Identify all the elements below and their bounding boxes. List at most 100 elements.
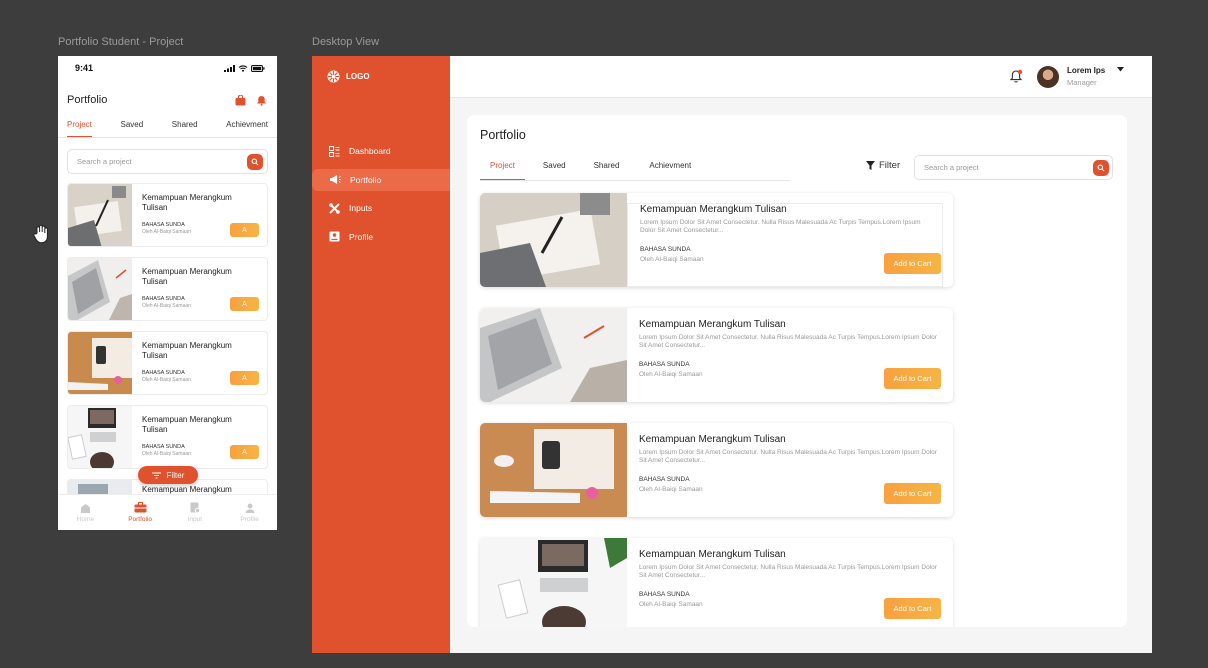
list-item[interactable]: Kemampuan Merangkum Tulisan Lorem Ipsum … [480,193,953,287]
search-placeholder: Search a project [924,163,979,172]
mobile-filter-button[interactable]: Filter [138,466,198,484]
add-to-cart-button[interactable]: Add to Cart [884,483,941,504]
desktop-tabs: Project Saved Shared Achievment [480,156,790,181]
list-item[interactable]: Kemampuan Merangkum Tulisan Lorem Ipsum … [480,538,953,627]
card-title: Kemampuan Merangkum Tulisan [639,319,786,330]
portfolio-panel: Portfolio Project Saved Shared Achievmen… [467,115,1127,627]
mobile-tab-saved[interactable]: Saved [121,120,144,137]
nav-profile[interactable]: Profile [230,495,270,530]
list-item[interactable]: Kemampuan Merangkum Tulisan BAHASA SUNDA… [67,257,268,321]
mobile-frame-label: Portfolio Student - Project [58,36,184,48]
signal-icon [224,64,235,72]
mobile-tab-project[interactable]: Project [67,120,92,137]
chevron-down-icon[interactable] [1117,67,1124,72]
add-to-cart-button[interactable]: A [230,445,259,459]
search-input[interactable]: Search a project [914,155,1113,180]
card-title: Kemampuan Merangkum Tulisan [639,434,786,445]
filter-lines-icon [151,472,161,478]
list-item[interactable]: Kemampuan Merangkum Tulisan BAHASA SUNDA… [67,183,268,247]
desktop-frame: LOGO Dashboard Portfolio Inputs Profile [312,56,1152,653]
mobile-tabs: Project Saved Shared Achievment [58,120,277,138]
filter-button[interactable]: Filter [866,160,900,171]
add-to-cart-button[interactable]: Add to Cart [884,598,941,619]
mobile-search-input[interactable]: Search a project [67,149,268,174]
page-title: Portfolio [480,128,526,142]
tab-shared[interactable]: Shared [576,156,630,180]
add-to-cart-button[interactable]: Add to Cart [884,253,941,274]
tab-project[interactable]: Project [480,156,525,180]
card-description: Lorem Ipsum Dolor Sit Amet Consectetur. … [639,564,937,579]
nav-profile-label: Profile [240,515,259,523]
mobile-tab-achievment[interactable]: Achievment [226,120,268,137]
card-thumbnail [480,308,627,402]
add-to-cart-button[interactable]: A [230,297,259,311]
sidebar-item-dashboard[interactable]: Dashboard [312,140,450,162]
status-time: 9:41 [75,63,94,73]
card-thumbnail [68,332,132,394]
add-to-cart-button[interactable]: Add to Cart [884,368,941,389]
search-icon [251,158,259,165]
input-doc-icon [190,502,200,513]
logo[interactable]: LOGO [327,70,370,83]
logo-icon [327,70,340,83]
nav-portfolio-label: Portfolio [128,516,153,523]
bell-icon[interactable] [256,95,267,106]
sidebar-item-profile[interactable]: Profile [312,226,450,248]
project-card-list: Kemampuan Merangkum Tulisan Lorem Ipsum … [480,193,953,627]
nav-home[interactable]: Home [65,495,105,530]
dashboard-icon [329,145,340,157]
nav-home-label: Home [76,515,95,523]
megaphone-icon [330,175,341,184]
tools-icon [329,202,340,214]
profile-card-icon [329,231,340,242]
tab-achievment[interactable]: Achievment [629,156,701,180]
card-subject: BAHASA SUNDA [639,591,690,598]
nav-portfolio[interactable]: Portfolio [120,495,160,530]
mobile-filter-label: Filter [166,470,185,480]
wifi-icon [238,64,248,72]
nav-input[interactable]: Input [175,495,215,530]
user-name: Lorem Ips [1067,66,1106,75]
battery-icon [251,64,265,72]
mobile-search-button[interactable] [247,153,263,170]
card-subject: BAHASA SUNDA [640,246,691,253]
mobile-search-placeholder: Search a project [77,157,132,166]
card-title: Kemampuan Merangkum Tulisan [142,341,232,360]
card-thumbnail [68,184,132,246]
bottom-navigation: Home Portfolio Input Profile [58,494,277,530]
card-thumbnail [480,193,627,287]
card-title: Kemampuan Merangkum Tulisan [640,204,787,215]
avatar[interactable] [1037,66,1059,88]
tab-saved[interactable]: Saved [525,156,576,180]
mobile-header: Portfolio [58,80,277,120]
card-thumbnail [480,423,627,517]
sidebar-item-inputs[interactable]: Inputs [312,197,450,219]
add-to-cart-button[interactable]: A [230,223,259,237]
bag-icon[interactable] [235,94,246,106]
user-icon [245,503,255,513]
list-item[interactable]: Kemampuan Merangkum Tulisan Lorem Ipsum … [480,308,953,402]
funnel-icon [866,161,875,170]
sidebar-item-label: Profile [349,231,374,242]
sidebar-item-portfolio[interactable]: Portfolio [312,168,450,191]
card-description: Lorem Ipsum Dolor Sit Amet Consectetur. … [639,334,937,349]
mobile-tab-shared[interactable]: Shared [172,120,198,137]
list-item[interactable]: Kemampuan Merangkum Tulisan Lorem Ipsum … [480,423,953,517]
list-item[interactable]: Kemampuan Merangkum Tulisan BAHASA SUNDA… [67,405,268,469]
sidebar: LOGO Dashboard Portfolio Inputs Profile [312,56,450,653]
sidebar-item-label: Portfolio [350,174,382,185]
card-description: Lorem Ipsum Dolor Sit Amet Consectetur. … [639,449,937,464]
filter-label: Filter [879,160,901,171]
sidebar-item-label: Inputs [349,203,373,213]
card-thumbnail [68,406,132,468]
logo-text: LOGO [346,72,370,81]
mobile-frame: 9:41 Portfolio Project Saved Shared Achi… [58,56,277,530]
user-role: Manager [1067,78,1097,87]
list-item[interactable]: Kemampuan Merangkum Tulisan BAHASA SUNDA… [67,331,268,395]
search-button[interactable] [1093,159,1109,176]
card-title: Kemampuan Merangkum Tulisan [639,549,786,560]
top-bar: Lorem Ips Manager [450,56,1152,98]
sidebar-item-label: Dashboard [349,146,391,156]
add-to-cart-button[interactable]: A [230,371,259,385]
notification-bell-icon[interactable] [1010,69,1023,83]
